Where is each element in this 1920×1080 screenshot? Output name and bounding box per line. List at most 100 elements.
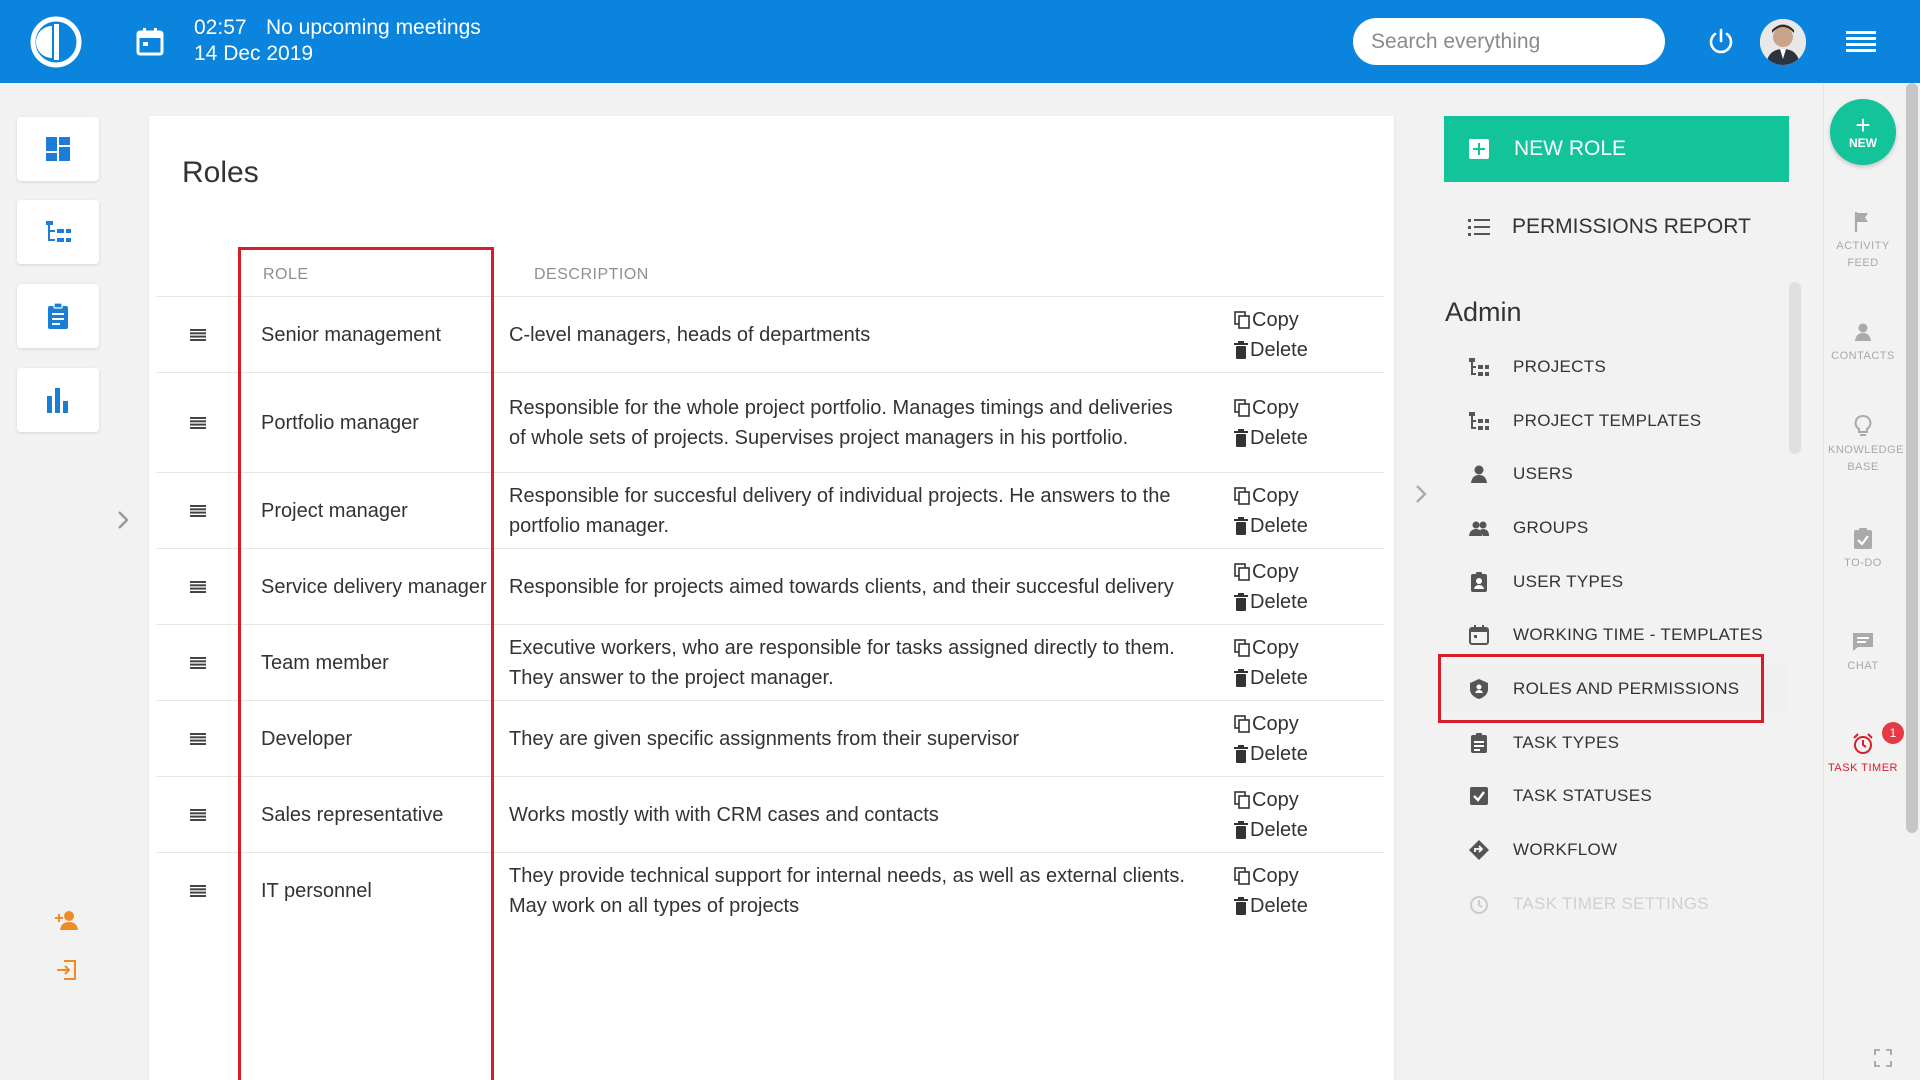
copy-button[interactable]: Copy [1234,709,1384,739]
role-name-cell[interactable]: Portfolio manager [239,373,509,473]
role-name[interactable]: Portfolio manager [261,412,419,434]
admin-item-roles-and-permissions[interactable]: ROLES AND PERMISSIONS [1468,672,1739,706]
copy-button[interactable]: Copy [1234,785,1384,815]
role-name[interactable]: Service delivery manager [261,576,487,598]
admin-item-users[interactable]: USERS [1468,457,1573,491]
delete-button[interactable]: Delete [1234,739,1384,769]
search-input[interactable] [1353,18,1665,65]
admin-item-projects[interactable]: PROJECTS [1468,350,1606,384]
drag-handle-icon[interactable] [189,884,206,897]
avatar[interactable] [1760,19,1806,65]
role-name[interactable]: Team member [261,652,389,674]
role-name-cell[interactable]: IT personnel [239,853,509,929]
role-name-cell[interactable]: Project manager [239,473,509,549]
drag-handle-cell[interactable] [156,473,239,549]
drag-handle-icon[interactable] [189,732,206,745]
sidebar-projects-button[interactable] [17,200,99,264]
admin-item-workflow[interactable]: WORKFLOW [1468,833,1617,867]
role-name-cell[interactable]: Developer [239,701,509,777]
role-name-cell[interactable]: Team member [239,625,509,701]
rail-item-knowledge-base[interactable]: KNOWLEDGE BASE [1823,414,1904,476]
sidebar-expand-chevron-icon[interactable] [114,508,132,532]
role-description: C-level managers, heads of departments [509,323,871,346]
drag-handle-cell[interactable] [156,853,239,929]
copy-button[interactable]: Copy [1234,393,1384,423]
admin-item-task-statuses[interactable]: TASK STATUSES [1468,779,1652,813]
column-header-role[interactable]: ROLE [263,266,309,284]
drag-handle-icon[interactable] [189,656,206,669]
table-row[interactable]: Senior management C-level managers, head… [156,296,1384,373]
table-row[interactable]: Portfolio manager Responsible for the wh… [156,372,1384,473]
page-scrollbar-thumb[interactable] [1906,83,1918,833]
delete-button[interactable]: Delete [1234,587,1384,617]
drag-handle-icon[interactable] [189,808,206,821]
delete-button[interactable]: Delete [1234,815,1384,845]
hamburger-menu-icon[interactable] [1846,30,1876,54]
drag-handle-icon[interactable] [189,328,206,341]
meeting-time: 02:57 [194,16,247,39]
rail-item-chat[interactable]: CHAT [1823,630,1903,675]
admin-menu-scrollbar[interactable] [1789,282,1801,454]
delete-button[interactable]: Delete [1234,663,1384,693]
table-row[interactable]: Developer They are given specific assign… [156,700,1384,777]
panel-expand-chevron-icon[interactable] [1412,481,1430,507]
rail-item-to-do[interactable]: TO-DO [1823,527,1903,572]
role-name-cell[interactable]: Senior management [239,297,509,373]
app-logo-icon[interactable] [30,16,82,68]
table-row[interactable]: Sales representative Works mostly with w… [156,776,1384,853]
admin-item-project-templates[interactable]: PROJECT TEMPLATES [1468,404,1701,438]
role-name-cell[interactable]: Service delivery manager [239,549,509,625]
drag-handle-cell[interactable] [156,701,239,777]
admin-item-working-time-templates[interactable]: WORKING TIME - TEMPLATES [1468,618,1763,652]
admin-item-task-timer-settings[interactable]: TASK TIMER SETTINGS [1468,887,1709,921]
drag-handle-icon[interactable] [189,504,206,517]
add-user-icon[interactable] [54,908,80,934]
table-row[interactable]: IT personnel They provide technical supp… [156,852,1384,929]
delete-button[interactable]: Delete [1234,423,1384,453]
rail-item-contacts[interactable]: CONTACTS [1823,320,1903,365]
copy-button[interactable]: Copy [1234,481,1384,511]
table-row[interactable]: Project manager Responsible for succesfu… [156,472,1384,549]
new-item-fab[interactable]: + NEW [1830,99,1896,165]
drag-handle-cell[interactable] [156,549,239,625]
role-name[interactable]: Senior management [261,324,441,346]
drag-handle-cell[interactable] [156,777,239,853]
copy-button[interactable]: Copy [1234,557,1384,587]
drag-handle-cell[interactable] [156,373,239,473]
new-role-button[interactable]: NEW ROLE [1444,116,1789,182]
power-icon[interactable] [1707,27,1735,55]
table-row[interactable]: Team member Executive workers, who are r… [156,624,1384,701]
fullscreen-icon[interactable] [1874,1049,1892,1067]
delete-label: Delete [1250,818,1308,841]
sidebar-tasks-button[interactable] [17,284,99,348]
role-description: Works mostly with with CRM cases and con… [509,803,939,826]
admin-item-user-types[interactable]: USER TYPES [1468,565,1623,599]
role-name[interactable]: Developer [261,728,352,750]
admin-item-groups[interactable]: GROUPS [1468,511,1588,545]
delete-button[interactable]: Delete [1234,335,1384,365]
column-header-description[interactable]: DESCRIPTION [534,266,649,284]
avatar-portrait-icon [1760,19,1806,65]
sidebar-reports-button[interactable] [17,368,99,432]
login-icon[interactable] [54,957,80,983]
permissions-report-link[interactable]: PERMISSIONS REPORT [1468,215,1751,239]
role-name[interactable]: Sales representative [261,804,443,826]
delete-button[interactable]: Delete [1234,891,1384,921]
copy-button[interactable]: Copy [1234,305,1384,335]
drag-handle-cell[interactable] [156,625,239,701]
sidebar-dashboard-button[interactable] [17,117,99,181]
role-name-cell[interactable]: Sales representative [239,777,509,853]
meeting-status[interactable]: No upcoming meetings [266,16,481,40]
drag-handle-icon[interactable] [189,416,206,429]
role-name[interactable]: Project manager [261,500,408,522]
rail-item-activity-feed[interactable]: ACTIVITY FEED [1823,210,1903,272]
copy-button[interactable]: Copy [1234,633,1384,663]
calendar-icon[interactable] [135,27,165,57]
admin-item-task-types[interactable]: TASK TYPES [1468,726,1619,760]
drag-handle-cell[interactable] [156,297,239,373]
table-row[interactable]: Service delivery manager Responsible for… [156,548,1384,625]
drag-handle-icon[interactable] [189,580,206,593]
delete-button[interactable]: Delete [1234,511,1384,541]
copy-button[interactable]: Copy [1234,861,1384,891]
role-name[interactable]: IT personnel [261,880,372,902]
